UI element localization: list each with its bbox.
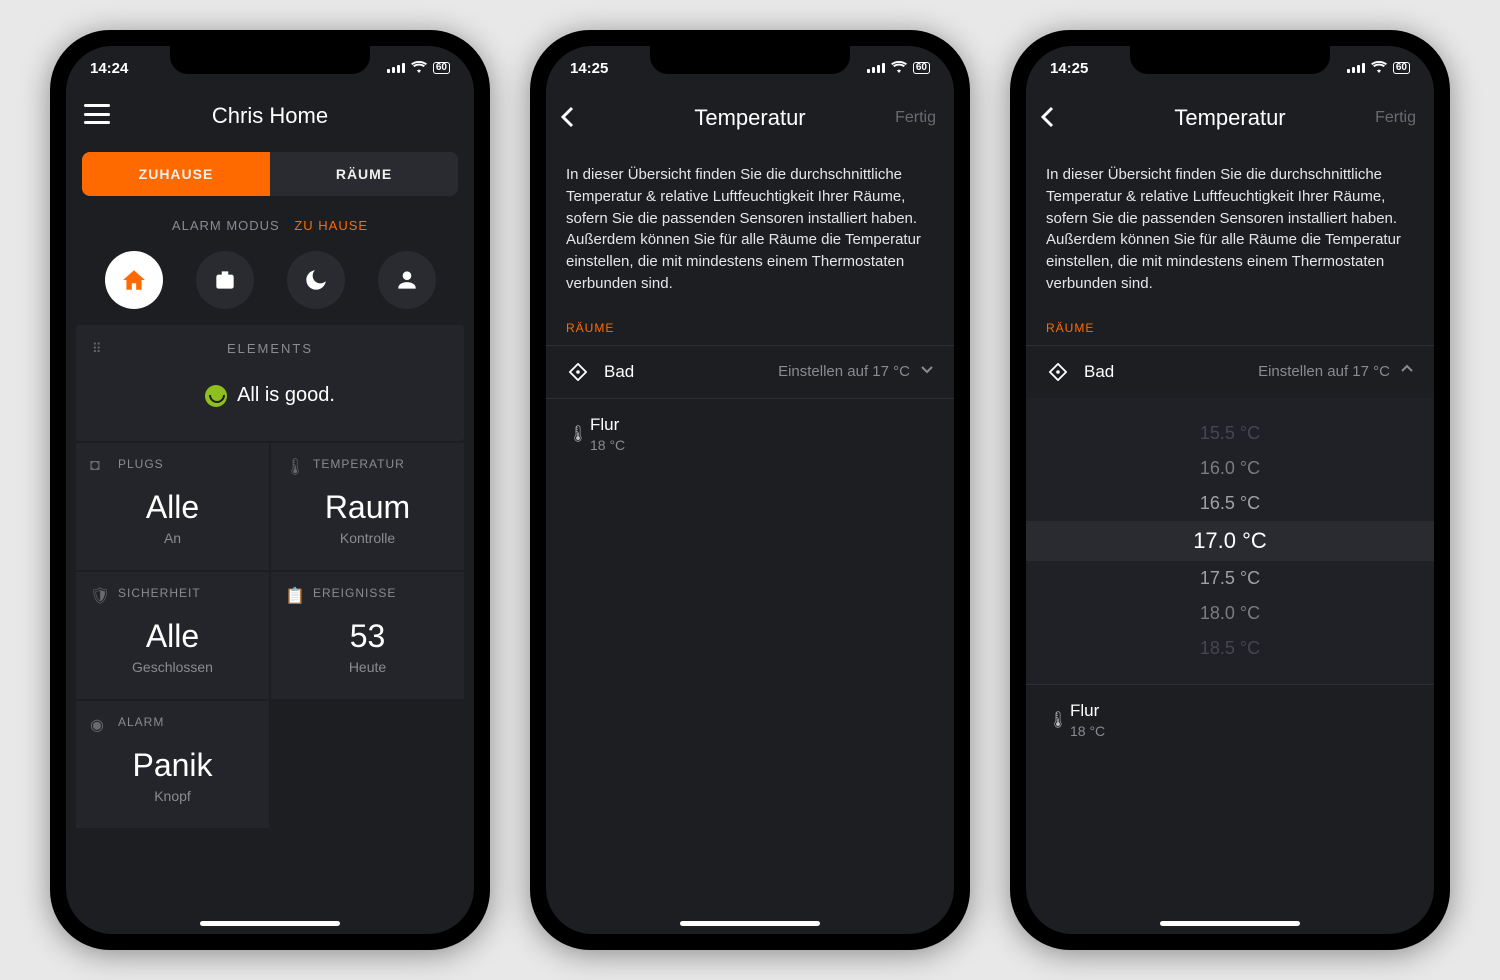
status-time: 14:24 bbox=[90, 60, 128, 77]
page-title: Temperatur bbox=[1026, 105, 1434, 131]
home-indicator[interactable] bbox=[680, 921, 820, 926]
mode-away-button[interactable] bbox=[196, 251, 254, 309]
menu-icon[interactable] bbox=[84, 104, 110, 124]
signal-icon bbox=[1347, 63, 1365, 73]
wifi-icon bbox=[891, 61, 907, 76]
room-row-flur[interactable]: 🌡 Flur 18 °C bbox=[1026, 684, 1434, 755]
picker-option[interactable]: 18.0 °C bbox=[1026, 596, 1434, 631]
tile-temperatur[interactable]: 🌡 TEMPERATUR Raum Kontrolle bbox=[271, 443, 464, 570]
temperature-picker[interactable]: 15.5 °C 16.0 °C 16.5 °C 17.0 °C 17.5 °C … bbox=[1026, 398, 1434, 684]
grid-icon: ⠿ bbox=[92, 341, 104, 357]
status-time: 14:25 bbox=[1050, 60, 1088, 77]
picker-option[interactable]: 16.0 °C bbox=[1026, 451, 1434, 486]
home-indicator[interactable] bbox=[1160, 921, 1300, 926]
thermometer-icon: 🌡 bbox=[285, 457, 305, 477]
picker-option[interactable]: 16.5 °C bbox=[1026, 486, 1434, 521]
alarm-mode-label: ALARM MODUS ZU HAUSE bbox=[66, 218, 474, 233]
tab-zuhause[interactable]: ZUHAUSE bbox=[82, 152, 270, 196]
home-title: Chris Home bbox=[212, 103, 328, 129]
page-title: Temperatur bbox=[546, 105, 954, 131]
battery-indicator: 60 bbox=[433, 62, 450, 74]
wifi-icon bbox=[1371, 61, 1387, 76]
home-indicator[interactable] bbox=[200, 921, 340, 926]
signal-icon bbox=[867, 63, 885, 73]
phone-temperature-collapsed: 14:25 60 Temperatur Fertig In dieser Übe… bbox=[530, 30, 970, 950]
phone-temperature-expanded: 14:25 60 Temperatur Fertig In dieser Übe… bbox=[1010, 30, 1450, 950]
description-text: In dieser Übersicht finden Sie die durch… bbox=[1026, 146, 1434, 321]
room-icon bbox=[1046, 363, 1070, 381]
room-row-flur[interactable]: 🌡 Flur 18 °C bbox=[546, 398, 954, 469]
chevron-up-icon bbox=[1400, 362, 1414, 381]
section-header-rooms: RÄUME bbox=[546, 321, 954, 345]
status-time: 14:25 bbox=[570, 60, 608, 77]
picker-option[interactable]: 15.5 °C bbox=[1026, 416, 1434, 451]
clipboard-icon: 📋 bbox=[285, 586, 305, 606]
alarm-icon: ◉ bbox=[90, 715, 104, 735]
tab-raeume[interactable]: RÄUME bbox=[270, 152, 458, 196]
done-button[interactable]: Fertig bbox=[895, 109, 936, 127]
picker-option-selected[interactable]: 17.0 °C bbox=[1026, 521, 1434, 561]
room-icon bbox=[566, 363, 590, 381]
tile-plugs[interactable]: ◘ PLUGS Alle An bbox=[76, 443, 269, 570]
mode-night-button[interactable] bbox=[287, 251, 345, 309]
phone-home: 14:24 ➤ 60 Chris Home ZUHAUSE RÄUME ALAR… bbox=[50, 30, 490, 950]
picker-option[interactable]: 17.5 °C bbox=[1026, 561, 1434, 596]
elements-title: ELEMENTS bbox=[227, 341, 313, 356]
tile-sicherheit[interactable]: 🛡 SICHERHEIT Alle Geschlossen bbox=[76, 572, 269, 699]
wifi-icon bbox=[411, 61, 427, 76]
tile-ereignisse[interactable]: 📋 EREIGNISSE 53 Heute bbox=[271, 572, 464, 699]
shield-icon: 🛡 bbox=[90, 586, 110, 606]
room-row-bad-expanded[interactable]: Bad Einstellen auf 17 °C bbox=[1026, 345, 1434, 398]
alarm-mode-current: ZU HAUSE bbox=[294, 218, 368, 233]
back-button[interactable] bbox=[560, 106, 574, 133]
battery-indicator: 60 bbox=[1393, 62, 1410, 74]
mode-user-button[interactable] bbox=[378, 251, 436, 309]
chevron-down-icon bbox=[920, 362, 934, 381]
mode-home-button[interactable] bbox=[105, 251, 163, 309]
thermometer-icon: 🌡 bbox=[566, 424, 590, 444]
signal-icon bbox=[387, 63, 405, 73]
elements-message: All is good. bbox=[237, 384, 335, 407]
elements-card[interactable]: ⠿ ELEMENTS All is good. bbox=[76, 325, 464, 441]
home-nav: Chris Home bbox=[66, 90, 474, 142]
tile-alarm[interactable]: ◉ ALARM Panik Knopf bbox=[76, 701, 269, 828]
room-row-bad[interactable]: Bad Einstellen auf 17 °C bbox=[546, 345, 954, 398]
tab-segment: ZUHAUSE RÄUME bbox=[82, 152, 458, 196]
battery-indicator: 60 bbox=[913, 62, 930, 74]
plug-icon: ◘ bbox=[90, 457, 100, 475]
section-header-rooms: RÄUME bbox=[1026, 321, 1434, 345]
picker-option[interactable]: 18.5 °C bbox=[1026, 631, 1434, 666]
description-text: In dieser Übersicht finden Sie die durch… bbox=[546, 146, 954, 321]
back-button[interactable] bbox=[1040, 106, 1054, 133]
done-button[interactable]: Fertig bbox=[1375, 109, 1416, 127]
status-good-icon bbox=[205, 385, 227, 407]
thermometer-icon: 🌡 bbox=[1046, 710, 1070, 730]
